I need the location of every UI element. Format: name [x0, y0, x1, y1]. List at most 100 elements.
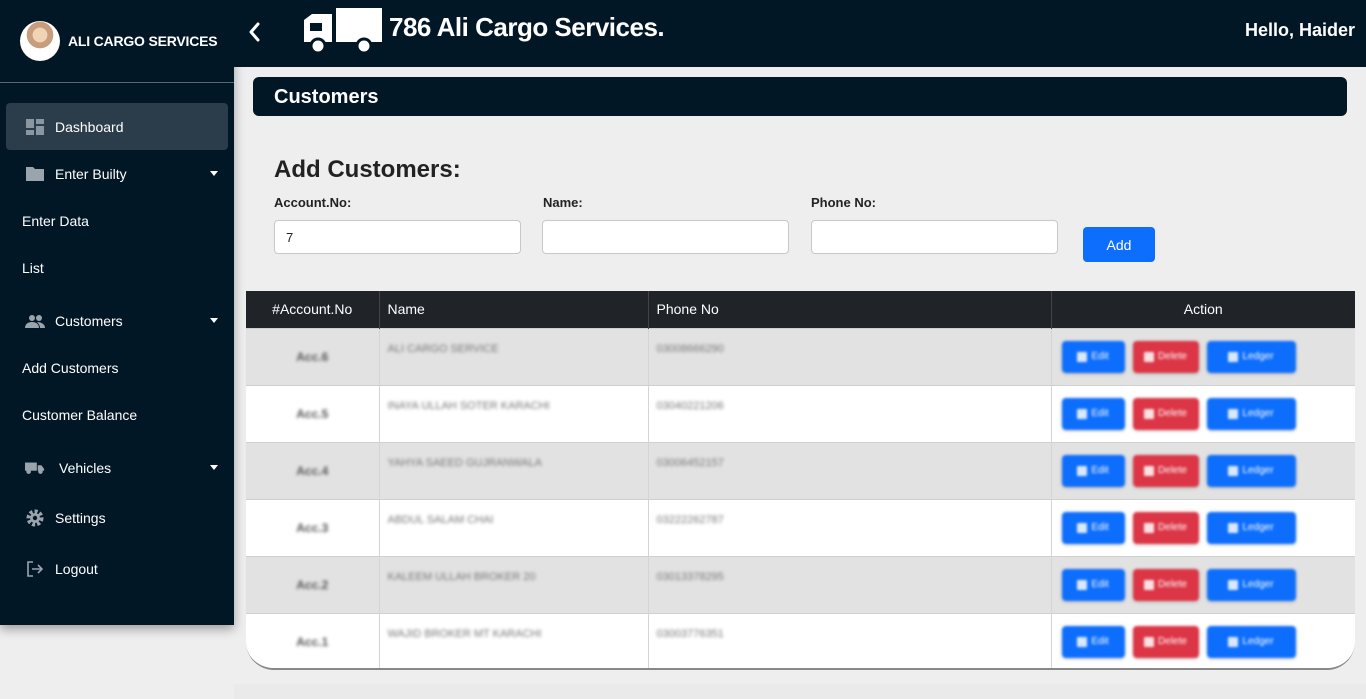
brand-name: ALI CARGO SERVICES [68, 33, 218, 49]
table-row: Acc.6 ALI CARGO SERVICE 03008666290 Edit… [246, 328, 1355, 385]
caret-down-icon [210, 317, 218, 323]
ledger-button[interactable]: Ledger [1206, 568, 1296, 601]
customers-table: #Account.No Name Phone No Action Acc.6 A… [246, 291, 1355, 670]
sidebar-item-label: Enter Builty [55, 165, 127, 182]
account-no-label: Account.No: [274, 195, 352, 210]
sidebar-item-customers[interactable]: Customers [0, 297, 234, 344]
account-no-input[interactable] [274, 220, 521, 254]
sidebar-item-label: Vehicles [59, 459, 112, 476]
truck-logo-icon [302, 6, 384, 59]
phone-cell: 03006452157 [656, 456, 724, 469]
sidebar-item-label: Logout [55, 560, 98, 577]
delete-button[interactable]: Delete [1132, 625, 1199, 658]
phone-cell: 03013378295 [656, 570, 724, 583]
edit-button[interactable]: Edit [1061, 511, 1125, 544]
trash-icon [1144, 465, 1155, 476]
edit-button[interactable]: Edit [1061, 340, 1125, 373]
edit-button[interactable]: Edit [1061, 568, 1125, 601]
account-cell: Acc.4 [296, 463, 329, 478]
account-cell: Acc.2 [296, 577, 329, 592]
delete-button[interactable]: Delete [1132, 511, 1199, 544]
add-button[interactable]: Add [1083, 227, 1155, 262]
edit-button[interactable]: Edit [1061, 625, 1125, 658]
ledger-button[interactable]: Ledger [1206, 625, 1296, 658]
dashboard-icon [25, 118, 45, 136]
edit-icon [1077, 408, 1088, 419]
sidebar-item-customer-balance[interactable]: Customer Balance [0, 391, 234, 438]
account-cell: Acc.5 [296, 406, 329, 421]
topbar: 786 Ali Cargo Services. Hello, Haider [234, 0, 1366, 67]
sidebar-item-label: Settings [55, 509, 106, 526]
sidebar-menu: Dashboard Enter Builty Enter Data List C… [0, 83, 234, 592]
edit-icon [1077, 522, 1088, 533]
table-row: Acc.1 WAJID BROKER MT KARACHI 0300377635… [246, 613, 1355, 668]
column-header-phone: Phone No [648, 291, 1052, 328]
phone-input[interactable] [811, 220, 1058, 254]
name-input[interactable] [542, 220, 789, 254]
column-header-name: Name [379, 291, 649, 328]
people-icon [25, 312, 45, 330]
caret-down-icon [210, 170, 218, 176]
ledger-button[interactable]: Ledger [1206, 397, 1296, 430]
delete-button[interactable]: Delete [1132, 397, 1199, 430]
brand[interactable]: ALI CARGO SERVICES [0, 0, 234, 83]
chevron-left-icon[interactable] [246, 20, 262, 44]
page-title: Customers [253, 77, 1347, 116]
table-row: Acc.3 ABDUL SALAM CHAI 03222262787 Edit … [246, 499, 1355, 556]
ledger-icon [1228, 522, 1239, 533]
delete-button[interactable]: Delete [1132, 340, 1199, 373]
ledger-icon [1228, 579, 1239, 590]
ledger-button[interactable]: Ledger [1206, 511, 1296, 544]
sidebar-item-vehicles[interactable]: Vehicles [0, 444, 234, 491]
ledger-icon [1228, 636, 1239, 647]
column-header-account: #Account.No [246, 291, 380, 328]
phone-cell: 03040221206 [656, 399, 724, 412]
account-cell: Acc.1 [296, 634, 329, 649]
trash-icon [1144, 522, 1155, 533]
delete-button[interactable]: Delete [1132, 454, 1199, 487]
name-cell: YAHYA SAEED GUJRANWALA [387, 456, 542, 469]
user-greeting[interactable]: Hello, Haider [1245, 20, 1355, 41]
ledger-button[interactable]: Ledger [1206, 454, 1296, 487]
sidebar-item-list[interactable]: List [0, 244, 234, 291]
name-cell: ABDUL SALAM CHAI [387, 513, 494, 526]
edit-button[interactable]: Edit [1061, 397, 1125, 430]
edit-icon [1077, 636, 1088, 647]
phone-cell: 03008666290 [656, 342, 724, 355]
phone-cell: 03222262787 [656, 513, 724, 526]
table-row: Acc.4 YAHYA SAEED GUJRANWALA 03006452157… [246, 442, 1355, 499]
truck-icon [25, 459, 45, 477]
sidebar-item-settings[interactable]: Settings [0, 494, 234, 541]
ledger-icon [1228, 465, 1239, 476]
sidebar-item-logout[interactable]: Logout [0, 545, 234, 592]
ledger-icon [1228, 408, 1239, 419]
table-row: Acc.5 INAYA ULLAH SOTER KARACHI 03040221… [246, 385, 1355, 442]
ledger-button[interactable]: Ledger [1206, 340, 1296, 373]
table-row: Acc.2 KALEEM ULLAH BROKER 20 03013378295… [246, 556, 1355, 613]
trash-icon [1144, 636, 1155, 647]
edit-icon [1077, 351, 1088, 362]
phone-cell: 03003776351 [656, 627, 724, 640]
sidebar-item-enter-builty[interactable]: Enter Builty [0, 150, 234, 197]
account-cell: Acc.6 [296, 349, 329, 364]
form-title: Add Customers: [274, 156, 461, 183]
edit-icon [1077, 579, 1088, 590]
logout-icon [25, 560, 45, 578]
trash-icon [1144, 351, 1155, 362]
name-label: Name: [543, 195, 583, 210]
name-cell: KALEEM ULLAH BROKER 20 [387, 570, 536, 583]
phone-label: Phone No: [811, 195, 876, 210]
caret-down-icon [210, 464, 218, 470]
name-cell: INAYA ULLAH SOTER KARACHI [387, 399, 550, 412]
delete-button[interactable]: Delete [1132, 568, 1199, 601]
sidebar-item-dashboard[interactable]: Dashboard [6, 103, 228, 150]
trash-icon [1144, 579, 1155, 590]
sidebar-item-label: Dashboard [55, 118, 124, 135]
sidebar-item-label: List [22, 259, 44, 276]
edit-button[interactable]: Edit [1061, 454, 1125, 487]
account-cell: Acc.3 [296, 520, 329, 535]
page-footer-strip [234, 684, 1366, 699]
sidebar-item-enter-data[interactable]: Enter Data [0, 197, 234, 244]
avatar-logo [20, 21, 60, 61]
sidebar-item-add-customers[interactable]: Add Customers [0, 344, 234, 391]
